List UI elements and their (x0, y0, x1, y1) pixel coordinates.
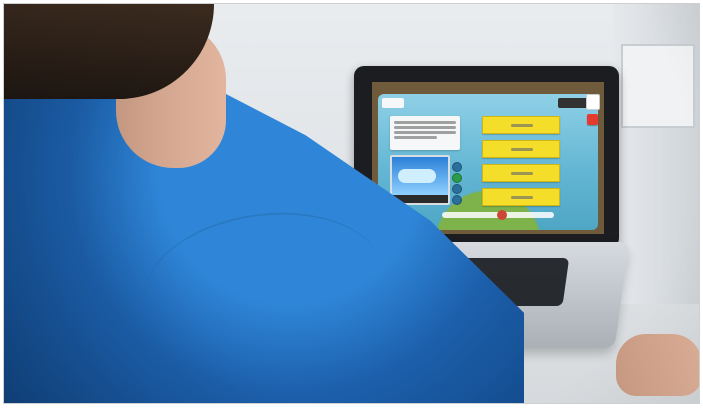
photo (3, 3, 700, 404)
hand (616, 334, 699, 396)
close-icon (587, 114, 598, 125)
avatar-icon (586, 94, 600, 110)
person (4, 4, 524, 403)
